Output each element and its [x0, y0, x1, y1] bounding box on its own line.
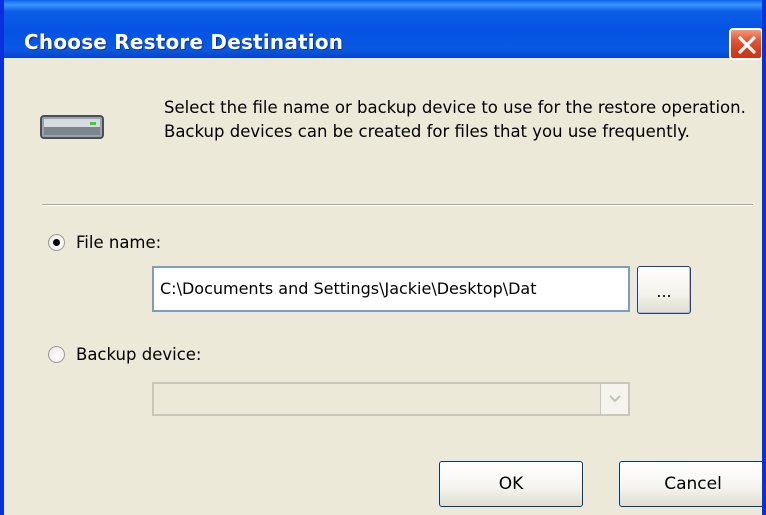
file-name-label[interactable]: File name: [76, 233, 161, 252]
cancel-button[interactable]: Cancel [619, 461, 762, 507]
close-button[interactable] [729, 28, 762, 60]
separator [42, 204, 753, 206]
restore-destination-dialog: Choose Restore Destination Select the fi… [0, 0, 766, 515]
file-name-option[interactable]: File name: [48, 233, 161, 252]
drive-icon [40, 110, 104, 144]
window-title: Choose Restore Destination [24, 30, 344, 54]
backup-device-radio[interactable] [48, 346, 65, 363]
title-bar[interactable]: Choose Restore Destination [4, 0, 762, 60]
file-name-input[interactable]: C:\Documents and Settings\Jackie\Desktop… [152, 266, 630, 312]
ok-button[interactable]: OK [439, 461, 583, 507]
chevron-down-icon [608, 395, 621, 403]
browse-button[interactable]: ... [637, 266, 691, 314]
close-icon [738, 36, 756, 54]
backup-device-label[interactable]: Backup device: [76, 345, 201, 364]
backup-device-option[interactable]: Backup device: [48, 345, 201, 364]
file-name-radio[interactable] [48, 234, 65, 251]
backup-device-select[interactable] [152, 382, 630, 416]
combo-arrow[interactable] [600, 384, 628, 414]
instructions-text: Select the file name or backup device to… [164, 98, 746, 141]
